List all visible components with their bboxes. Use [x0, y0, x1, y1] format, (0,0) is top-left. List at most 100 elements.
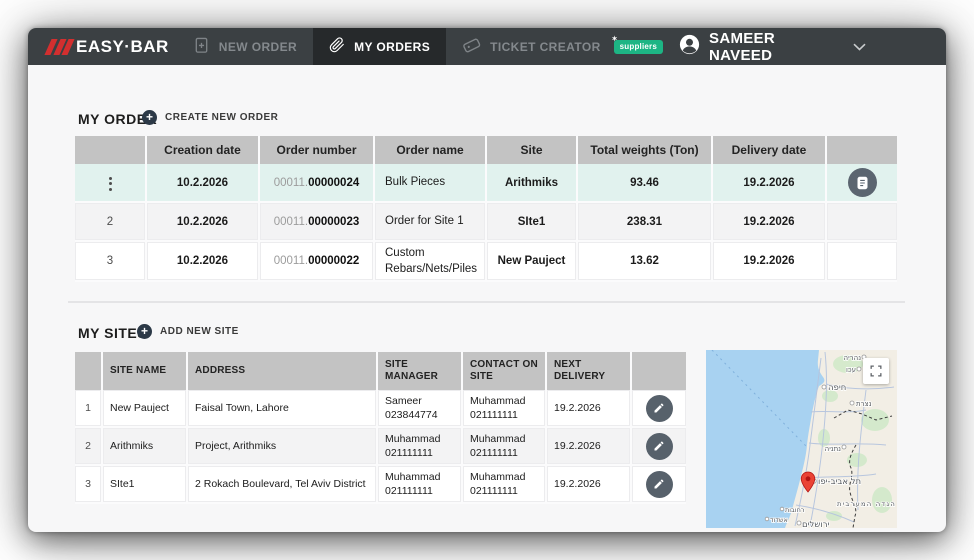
site-action-cell [632, 466, 686, 504]
col-contact-on-site: CONTACT ON SITE [463, 352, 547, 390]
pencil-icon [654, 441, 664, 451]
site-index-cell: 3 [75, 466, 103, 504]
next-delivery-cell: 19.2.2026 [547, 466, 632, 504]
order-number-cell: 00011.00000023 [260, 203, 375, 242]
tab-new-order[interactable]: NEW ORDER [177, 28, 313, 65]
section-divider [68, 301, 905, 303]
col-next-delivery: NEXT DELIVERY [547, 352, 632, 390]
order-name-cell: Bulk Pieces [375, 164, 487, 203]
order-name-cell: Order for Site 1 [375, 203, 487, 242]
map-label: נצרת [856, 400, 872, 408]
order-details-button[interactable] [847, 168, 877, 197]
site-name-cell: SIte1 [103, 466, 188, 504]
tab-label: TICKET CREATOR [490, 39, 601, 54]
site-row: 1 New Pauject Faisal Town, Lahore Sameer… [75, 390, 686, 428]
paperclip-icon [329, 37, 345, 56]
user-menu[interactable]: SAMEER NAVEED [679, 28, 866, 65]
sites-map[interactable]: נהריה עכו חיפה נצרת נתניה תל אביב-יפו הג… [706, 350, 897, 528]
order-number-cell: 00011.00000022 [260, 242, 375, 282]
ticket-icon [462, 36, 481, 57]
col-site: Site [487, 136, 578, 164]
total-weight-cell: 93.46 [578, 164, 713, 203]
site-manager-cell: Muhammad 021111111 [378, 428, 463, 466]
order-row-selected: 10.2.2026 00011.00000024 Bulk Pieces Ari… [75, 164, 897, 203]
site-manager-cell: Muhammad 021111111 [378, 466, 463, 504]
col-actions [75, 136, 147, 164]
site-contact-cell: Muhammad 021111111 [463, 390, 547, 428]
tab-label: NEW ORDER [218, 39, 298, 54]
order-number-cell: 00011.00000024 [260, 164, 375, 203]
fullscreen-icon [870, 365, 882, 377]
map-label: נתניה [825, 445, 842, 453]
map-fullscreen-button[interactable] [863, 358, 889, 384]
col-creation-date: Creation date [147, 136, 260, 164]
site-action-cell [632, 428, 686, 466]
map-label: רחובות [785, 506, 805, 514]
orders-header-row: Creation date Order number Order name Si… [75, 136, 897, 164]
kebab-menu-icon[interactable] [105, 173, 116, 195]
col-order-name: Order name [375, 136, 487, 164]
site-address-cell: Faisal Town, Lahore [188, 390, 378, 428]
suppliers-badge: ✶ suppliers [612, 36, 664, 54]
site-cell: New Pauject [487, 242, 578, 282]
site-name-cell: New Pauject [103, 390, 188, 428]
row-menu-cell [75, 164, 147, 203]
map-label: חיפה [828, 383, 846, 393]
site-contact-cell: Muhammad 021111111 [463, 466, 547, 504]
edit-site-button[interactable] [645, 470, 673, 498]
create-new-order-button[interactable]: + CREATE NEW ORDER [142, 110, 278, 125]
site-index-cell: 2 [75, 428, 103, 466]
map-label: אשדוד [770, 516, 788, 524]
site-name-cell: Arithmiks [103, 428, 188, 466]
map-label: ירושלים [802, 520, 830, 528]
site-address-cell: 2 Rokach Boulevard, Tel Aviv District [188, 466, 378, 504]
pencil-icon [654, 479, 664, 489]
document-icon [857, 176, 867, 189]
col-delivery-date: Delivery date [713, 136, 827, 164]
tab-my-orders[interactable]: MY ORDERS [313, 28, 447, 65]
plus-icon: + [137, 324, 152, 339]
pencil-icon [654, 403, 664, 413]
app-window: EASY·BAR NEW ORDER MY ORDERS TICKET CREA… [28, 28, 946, 532]
map-label: תל אביב-יפו [818, 477, 861, 487]
plus-icon: + [142, 110, 157, 125]
row-index-cell: 2 [75, 203, 147, 242]
delivery-date-cell: 19.2.2026 [713, 203, 827, 242]
chevron-down-icon [853, 43, 866, 51]
col-total-weights: Total weights (Ton) [578, 136, 713, 164]
sites-table: SITE NAME ADDRESS SITE MANAGER CONTACT O… [75, 352, 686, 504]
col-address: ADDRESS [188, 352, 378, 390]
col-site-manager: SITE MANAGER [378, 352, 463, 390]
col-index [75, 352, 103, 390]
col-order-number: Order number [260, 136, 375, 164]
site-cell: SIte1 [487, 203, 578, 242]
row-index-cell: 3 [75, 242, 147, 282]
star-icon: ✶ [611, 35, 618, 43]
add-new-site-button[interactable]: + ADD NEW SITE [137, 324, 239, 339]
order-row: 3 10.2.2026 00011.00000022 Custom Rebars… [75, 242, 897, 282]
map-label: נהריה [844, 354, 862, 362]
order-action-cell [827, 242, 897, 282]
edit-site-button[interactable] [645, 432, 673, 460]
site-row: 3 SIte1 2 Rokach Boulevard, Tel Aviv Dis… [75, 466, 686, 504]
add-new-site-label: ADD NEW SITE [160, 326, 239, 337]
app-logo: EASY·BAR [44, 28, 169, 65]
edit-site-button[interactable] [645, 394, 673, 422]
tab-ticket-creator[interactable]: TICKET CREATOR ✶ suppliers [446, 28, 679, 65]
top-nav: EASY·BAR NEW ORDER MY ORDERS TICKET CREA… [28, 28, 946, 65]
order-row: 2 10.2.2026 00011.00000023 Order for Sit… [75, 203, 897, 242]
next-delivery-cell: 19.2.2026 [547, 428, 632, 466]
col-site-name: SITE NAME [103, 352, 188, 390]
creation-date-cell: 10.2.2026 [147, 203, 260, 242]
user-name: SAMEER NAVEED [709, 29, 775, 64]
tab-label: MY ORDERS [354, 39, 431, 54]
delivery-date-cell: 19.2.2026 [713, 164, 827, 203]
site-row: 2 Arithmiks Project, Arithmiks Muhammad 0… [75, 428, 686, 466]
total-weight-cell: 238.31 [578, 203, 713, 242]
map-label: עכו [846, 366, 856, 374]
sites-header-row: SITE NAME ADDRESS SITE MANAGER CONTACT O… [75, 352, 686, 390]
col-open [827, 136, 897, 164]
avatar-icon [679, 34, 700, 59]
col-edit [632, 352, 686, 390]
creation-date-cell: 10.2.2026 [147, 164, 260, 203]
